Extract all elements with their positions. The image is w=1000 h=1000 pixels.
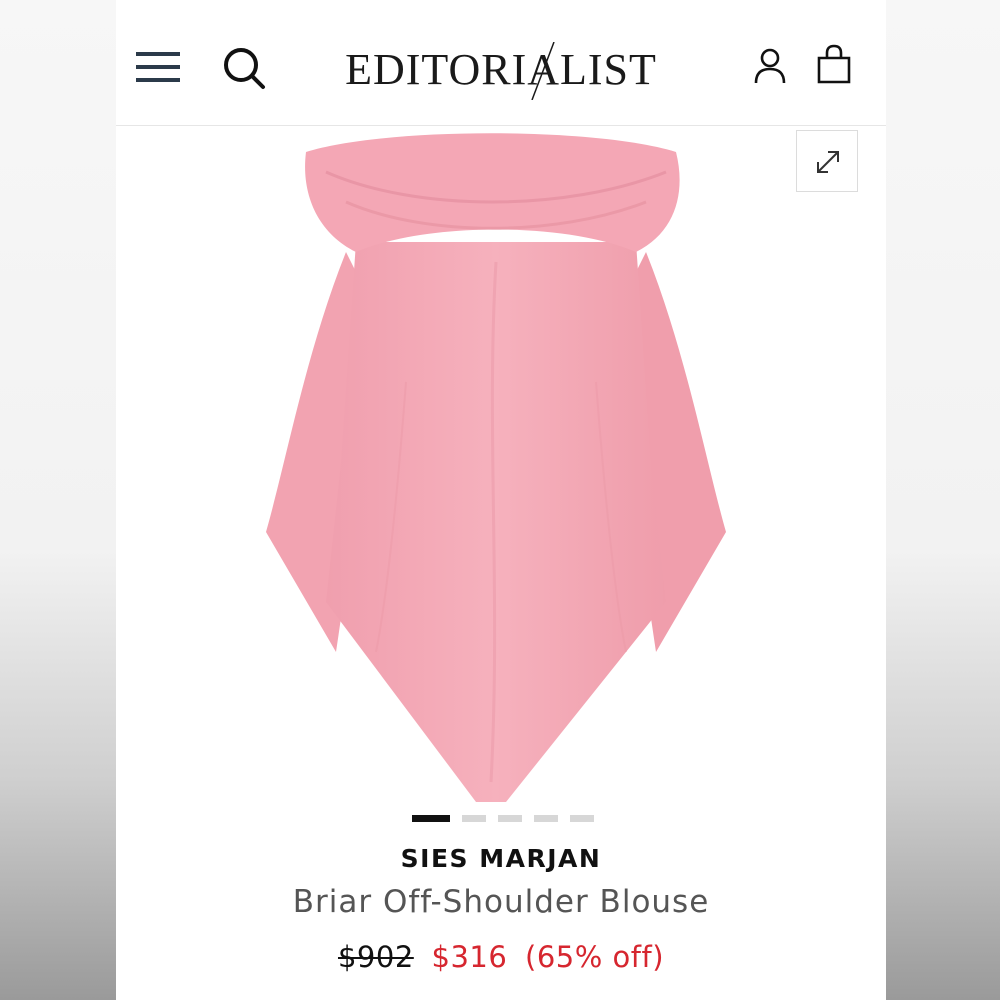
logo-slash-mark	[531, 42, 555, 100]
sale-price: $316	[431, 940, 508, 974]
product-image[interactable]	[266, 132, 726, 812]
product-name: Briar Off-Shoulder Blouse	[292, 884, 710, 920]
search-icon[interactable]	[222, 46, 266, 90]
product-brand[interactable]: SIES MARJAN	[116, 844, 886, 873]
account-icon[interactable]	[754, 48, 786, 84]
carousel-dot-active[interactable]	[412, 815, 450, 822]
site-logo[interactable]: EDITORIALIST	[336, 40, 666, 100]
price-row: $902 $316 (65% off)	[116, 940, 886, 974]
logo-text: EDITORIALIST	[345, 45, 657, 94]
expand-arrows-icon	[817, 151, 839, 173]
expand-image-button[interactable]	[796, 130, 858, 192]
shopping-bag-icon[interactable]	[816, 44, 852, 84]
carousel-dot[interactable]	[534, 815, 558, 822]
discount-label: (65% off)	[525, 940, 665, 974]
carousel-dot[interactable]	[570, 815, 594, 822]
carousel-dot[interactable]	[462, 815, 486, 822]
site-header: EDITORIALIST	[116, 0, 886, 126]
carousel-dot[interactable]	[498, 815, 522, 822]
hamburger-menu-icon[interactable]	[136, 50, 180, 84]
product-page: EDITORIALIST SIES MARJAN Briar Off-Shoul…	[116, 0, 886, 1000]
original-price: $902	[337, 940, 414, 974]
